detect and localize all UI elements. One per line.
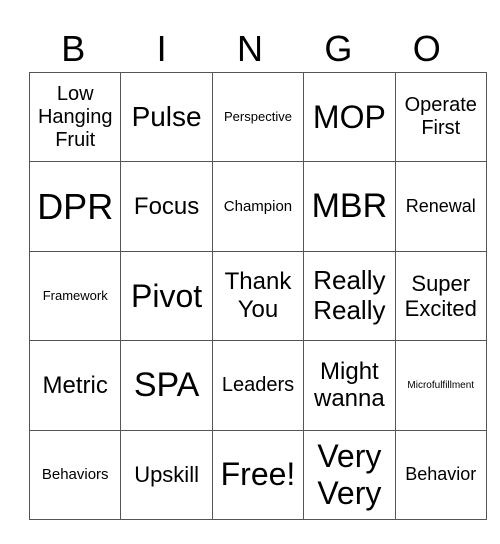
bingo-cell[interactable]: SPA (120, 340, 213, 431)
bingo-cell[interactable]: Upskill (120, 429, 213, 520)
bingo-cell[interactable]: Free! (211, 429, 305, 520)
bingo-row: DPR Focus Champion MBR Renewal (28, 161, 487, 252)
header-letter-n: N (236, 28, 263, 69)
bingo-cell[interactable]: Pivot (120, 250, 213, 342)
bingo-cell[interactable]: DPR (28, 161, 122, 252)
header-letter-b: B (61, 28, 86, 69)
bingo-cell[interactable]: MOP (303, 71, 396, 163)
bingo-cell[interactable]: Perspective (211, 71, 305, 163)
bingo-cell[interactable]: Framework (28, 250, 122, 342)
header-letter-i: I (156, 28, 167, 69)
bingo-cell[interactable]: Might wanna (303, 340, 396, 431)
bingo-row: Framework Pivot Thank You Really Really … (28, 250, 487, 342)
bingo-cell[interactable]: Really Really (303, 250, 396, 342)
bingo-cell[interactable]: Pulse (120, 71, 213, 163)
bingo-grid: Low Hanging Fruit Pulse Perspective MOP … (28, 71, 487, 520)
bingo-cell[interactable]: Super Excited (394, 250, 487, 342)
bingo-cell[interactable]: Champion (211, 161, 305, 252)
bingo-cell[interactable]: MBR (303, 161, 396, 252)
bingo-cell[interactable]: Focus (120, 161, 213, 252)
bingo-cell[interactable]: Metric (28, 340, 122, 431)
bingo-cell[interactable]: Behaviors (28, 429, 122, 520)
bingo-cell[interactable]: Operate First (394, 71, 487, 163)
bingo-row: Low Hanging Fruit Pulse Perspective MOP … (28, 71, 487, 163)
bingo-header: B I N G O (29, 26, 471, 72)
bingo-cell[interactable]: Microfulfillment (394, 340, 487, 431)
header-letter-o: O (412, 28, 441, 69)
bingo-cell[interactable]: Renewal (394, 161, 487, 252)
bingo-cell[interactable]: Behavior (394, 429, 487, 520)
bingo-cell[interactable]: Low Hanging Fruit (28, 71, 122, 163)
bingo-row: Metric SPA Leaders Might wanna Microfulf… (28, 340, 487, 431)
header-letter-g: G (324, 28, 353, 69)
bingo-cell[interactable]: Very Very (303, 429, 396, 520)
bingo-cell[interactable]: Leaders (211, 340, 305, 431)
bingo-cell[interactable]: Thank You (211, 250, 305, 342)
bingo-row: Behaviors Upskill Free! Very Very Behavi… (28, 429, 487, 520)
